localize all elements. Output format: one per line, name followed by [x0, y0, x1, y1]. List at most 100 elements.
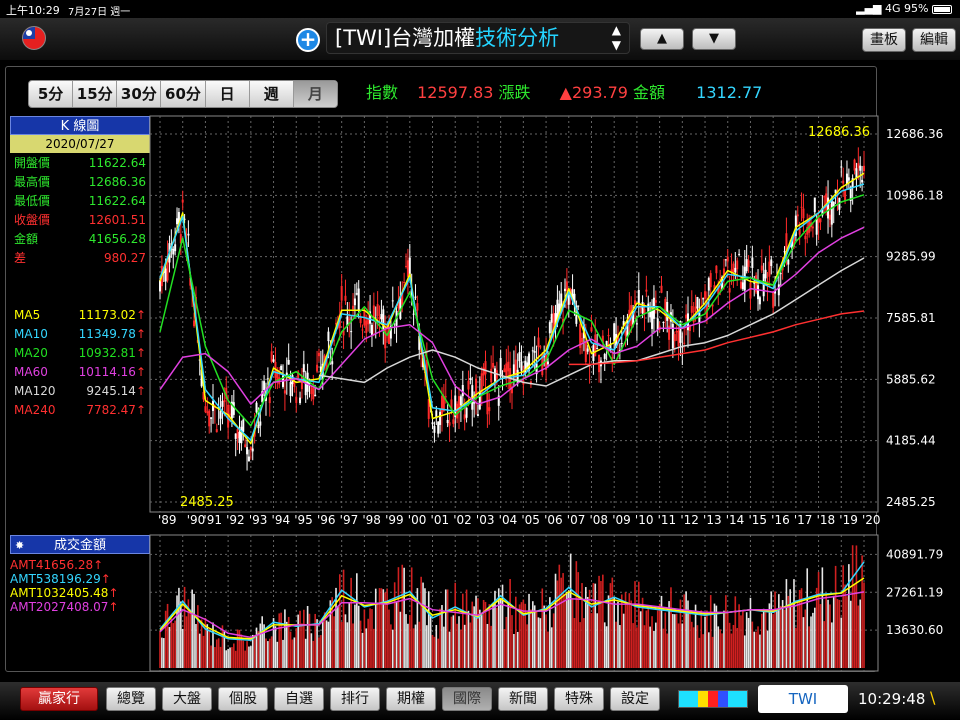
info-value: 11349.78↑: [78, 326, 146, 341]
info-value: 41656.28↑: [35, 558, 104, 572]
info-row: 最高價 12686.36: [10, 172, 150, 191]
price-tick-label: 2485.25: [886, 495, 936, 509]
info-value: 27408.07↑: [51, 600, 119, 614]
page-title-main: 台灣加權: [391, 26, 476, 50]
volume-tick-label: 27261.19: [886, 585, 943, 599]
volume-panel-header: ✸ 成交金額: [10, 535, 150, 554]
settings-icon[interactable]: ✸: [15, 536, 24, 555]
status-battery: 95%: [904, 2, 929, 15]
tab-week[interactable]: 週: [250, 81, 294, 107]
info-value: 11173.02↑: [78, 307, 146, 322]
tab-day[interactable]: 日: [206, 81, 250, 107]
next-symbol-button[interactable]: ▼: [692, 28, 736, 50]
info-value: 9245.14↑: [86, 383, 146, 398]
info-value: 10114.16↑: [78, 364, 146, 379]
symbol-selector[interactable]: [TWI]台灣加權技術分析 ▲ ▼: [326, 22, 630, 54]
info-row: MA240 7782.47↑: [10, 400, 150, 419]
info-label: MA120: [14, 383, 56, 398]
info-label: 最高價: [14, 175, 51, 189]
info-value: 10932.81↑: [78, 345, 146, 360]
nav-item[interactable]: 新聞: [498, 687, 548, 711]
info-value: 980.27: [104, 250, 146, 265]
bottom-nav-bar: 贏家行 總覽 大盤 個股 自選 排行 期權 國際 新聞 特殊 設定 TWI 10:29:48 \: [0, 682, 960, 720]
kline-info-panel: K 線圖 2020/07/27 開盤價 11622.64 最高價 12686.36 最低…: [10, 116, 150, 419]
tab-month[interactable]: 月: [293, 81, 337, 107]
info-value: 7782.47↑: [86, 402, 146, 417]
status-right: ▂▄▆ 4G 95%: [856, 2, 952, 15]
info-row: 開盤價 11622.64: [10, 153, 150, 172]
nav-item[interactable]: 大盤: [162, 687, 212, 711]
nav-item[interactable]: 個股: [218, 687, 268, 711]
price-tick-label: 10986.18: [886, 188, 943, 202]
volume-info-panel: ✸ 成交金額 AMT41656.28↑ AMT538196.29↑ AMT10324…: [10, 535, 150, 614]
clock: 10:29:48: [858, 690, 926, 708]
draw-board-button[interactable]: 畫板: [862, 28, 906, 52]
add-button[interactable]: +: [296, 28, 320, 52]
nav-item[interactable]: 期權: [386, 687, 436, 711]
index-value: 12597.83: [417, 83, 494, 102]
price-tick-label: 7585.81: [886, 311, 936, 325]
change-value: ▲293.79: [559, 83, 628, 102]
ma-fields: MA5 11173.02↑ MA10 11349.78↑ MA20 10932.81↑ MA…: [10, 305, 150, 419]
price-axis-labels: 12686.36 10986.18 9285.99 7585.81 5885.62 418…: [886, 127, 943, 509]
tab-15min[interactable]: 15分: [73, 81, 118, 107]
status-time: 上午10:29: [6, 4, 60, 17]
info-value: 32405.48↑: [51, 586, 119, 600]
info-label: MA60: [14, 364, 48, 379]
info-value: 12686.36: [88, 174, 146, 189]
amount-value: 1312.77: [696, 83, 763, 102]
info-label: AMT20: [10, 600, 52, 614]
info-row: AMT538196.29↑: [10, 572, 150, 586]
nav-item[interactable]: 設定: [610, 687, 660, 711]
info-label: AMT: [10, 558, 36, 572]
volume-axis-labels: 40891.79 27261.19 13630.60: [886, 547, 943, 637]
info-label: MA20: [14, 345, 48, 360]
info-value: 38196.29↑: [43, 572, 111, 586]
info-row: MA60 10114.16↑: [10, 362, 150, 381]
color-indicator: [678, 690, 748, 708]
index-label: 指數: [366, 83, 399, 102]
edit-button[interactable]: 編輯: [912, 28, 956, 52]
brand-button[interactable]: 贏家行: [20, 687, 98, 711]
info-value: 11622.64: [88, 155, 146, 170]
info-label: MA10: [14, 326, 48, 341]
info-label: AMT5: [10, 572, 44, 586]
info-label: 開盤價: [14, 156, 51, 170]
tab-60min[interactable]: 60分: [161, 81, 206, 107]
tab-5min[interactable]: 5分: [29, 81, 74, 107]
info-label: AMT10: [10, 586, 52, 600]
kline-panel-header: K 線圖: [10, 116, 150, 135]
status-date: 7月27日 週一: [68, 7, 131, 18]
period-tabs: 5分 15分 30分 60分 日 週 月: [28, 80, 338, 108]
info-value: 41656.28: [88, 231, 146, 246]
info-row: AMT2027408.07↑: [10, 600, 150, 614]
title-bar: + [TWI]台灣加權技術分析 ▲ ▼ ▲ ▼ 畫板 編輯: [0, 18, 960, 60]
info-value: 12601.51: [88, 212, 146, 227]
activity-indicator-icon: \: [930, 688, 936, 707]
amount-label: 金額: [633, 83, 666, 102]
price-tick-label: 9285.99: [886, 250, 936, 264]
info-label: MA240: [14, 402, 56, 417]
nav-item[interactable]: 排行: [330, 687, 380, 711]
taiwan-flag-icon[interactable]: [22, 26, 46, 50]
info-value: 11622.64: [88, 193, 146, 208]
symbol-input[interactable]: TWI: [758, 685, 848, 713]
nav-item[interactable]: 總覽: [106, 687, 156, 711]
kline-fields: 開盤價 11622.64 最高價 12686.36 最低價 11622.64 收盤價 1260…: [10, 153, 150, 267]
nav-item[interactable]: 特殊: [554, 687, 604, 711]
nav-item[interactable]: 國際: [442, 687, 492, 711]
info-label: 金額: [14, 232, 39, 246]
signal-icon: ▂▄▆: [856, 2, 882, 15]
tab-30min[interactable]: 30分: [117, 81, 162, 107]
info-row: 差 980.27: [10, 248, 150, 267]
ios-status-bar: 上午10:29 7月27日 週一 ▂▄▆ 4G 95%: [0, 0, 960, 18]
status-network: 4G: [885, 2, 901, 15]
volume-panel-title: 成交金額: [53, 538, 106, 553]
info-label: 收盤價: [14, 213, 51, 227]
volume-tick-label: 13630.60: [886, 623, 943, 637]
info-row: MA5 11173.02↑: [10, 305, 150, 324]
nav-item[interactable]: 自選: [274, 687, 324, 711]
page-title-prefix: [TWI]: [335, 26, 392, 50]
previous-symbol-button[interactable]: ▲: [640, 28, 684, 50]
info-row: 金額 41656.28: [10, 229, 150, 248]
